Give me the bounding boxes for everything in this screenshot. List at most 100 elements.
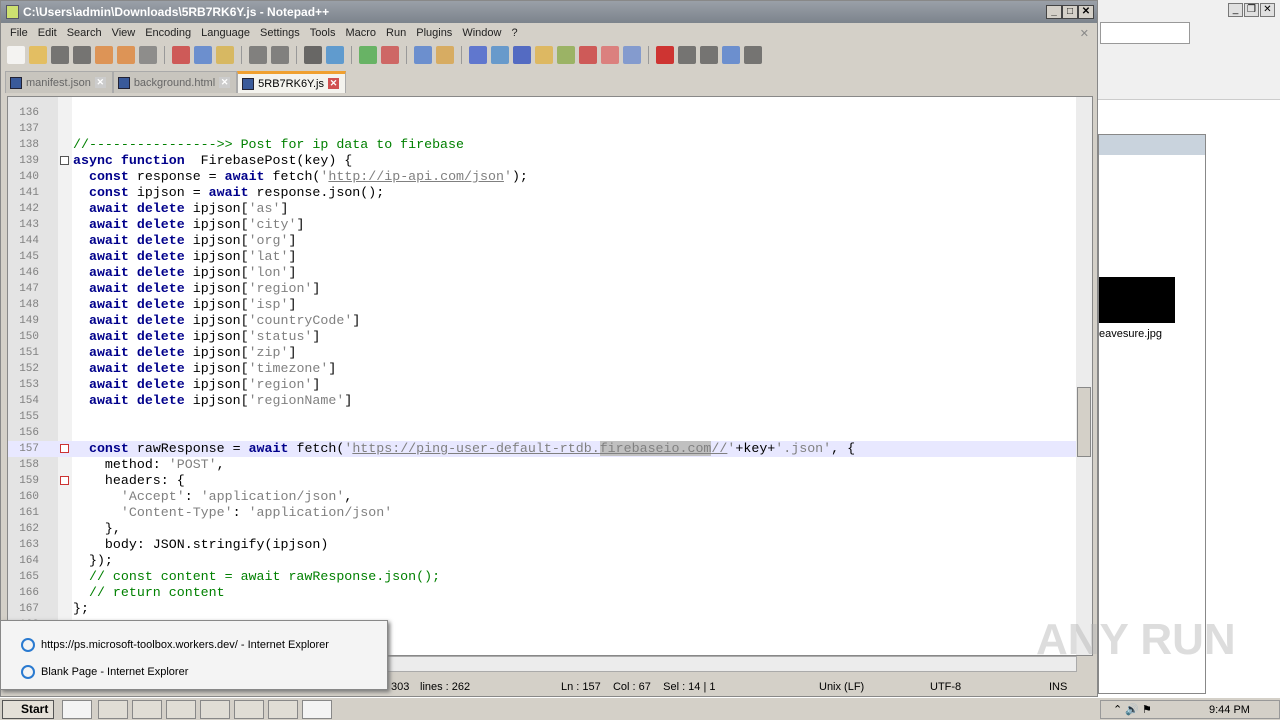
code-line[interactable]: 138 //---------------->> Post for ip data… <box>8 137 1076 153</box>
toolbar-button-icon[interactable] <box>172 46 190 64</box>
code-line[interactable]: 159 headers: { <box>8 473 1076 489</box>
toolbar-button-icon[interactable] <box>557 46 575 64</box>
code-line[interactable]: 140 const response = await fetch('http:/… <box>8 169 1076 185</box>
toolbar-button-icon[interactable] <box>7 46 25 64</box>
menu-tools[interactable]: Tools <box>305 27 341 39</box>
tab-5rb7rk6y-js[interactable]: 5RB7RK6Y.js ✕ <box>237 71 346 93</box>
toolbar-button-icon[interactable] <box>29 46 47 64</box>
toolbar-button-icon[interactable] <box>95 46 113 64</box>
toolbar-button-icon[interactable] <box>51 46 69 64</box>
menu-plugins[interactable]: Plugins <box>411 27 457 39</box>
code-line[interactable]: 164 }); <box>8 553 1076 569</box>
code-line[interactable]: 160 'Accept': 'application/json', <box>8 489 1076 505</box>
toolbar-button-icon[interactable] <box>194 46 212 64</box>
menu-file[interactable]: File <box>5 27 33 39</box>
toolbar-button-icon[interactable] <box>216 46 234 64</box>
menu-search[interactable]: Search <box>62 27 107 39</box>
toolbar-button-icon[interactable] <box>139 46 157 64</box>
code-line[interactable]: 148 await delete ipjson['isp'] <box>8 297 1076 313</box>
code-line[interactable]: 149 await delete ipjson['countryCode'] <box>8 313 1076 329</box>
popup-item-ie-toolbox[interactable]: https://ps.microsoft-toolbox.workers.dev… <box>21 638 329 652</box>
code-line[interactable]: 157 const rawResponse = await fetch('htt… <box>8 441 1076 457</box>
code-line[interactable]: 154 await delete ipjson['regionName'] <box>8 393 1076 409</box>
menu-macro[interactable]: Macro <box>340 27 381 39</box>
minimize-button[interactable]: _ <box>1046 5 1062 19</box>
restore-button[interactable]: ❐ <box>1244 3 1259 17</box>
menu-view[interactable]: View <box>107 27 141 39</box>
code-line[interactable]: 143 await delete ipjson['city'] <box>8 217 1076 233</box>
toolbar-button-icon[interactable] <box>744 46 762 64</box>
toolbar-button-icon[interactable] <box>469 46 487 64</box>
toolbar-button-icon[interactable] <box>381 46 399 64</box>
menu-help[interactable]: ? <box>506 27 522 39</box>
start-button[interactable]: Start <box>2 700 54 719</box>
toolbar-button-icon[interactable] <box>513 46 531 64</box>
close-tab-icon[interactable]: ✕ <box>327 78 339 89</box>
toolbar-button-icon[interactable] <box>73 46 91 64</box>
code-line[interactable]: 155 <box>8 409 1076 425</box>
close-tab-icon[interactable]: ✕ <box>219 77 231 88</box>
fold-toggle-icon[interactable] <box>60 156 69 165</box>
taskbar-explorer-button[interactable] <box>98 700 128 719</box>
vertical-scrollbar[interactable] <box>1076 97 1092 655</box>
toolbar-button-icon[interactable] <box>436 46 454 64</box>
code-line[interactable]: 150 await delete ipjson['status'] <box>8 329 1076 345</box>
menu-run[interactable]: Run <box>381 27 411 39</box>
close-tab-icon[interactable]: ✕ <box>94 77 106 88</box>
taskbar-app-button[interactable] <box>268 700 298 719</box>
taskbar-notepadpp-button[interactable] <box>302 700 332 719</box>
code-line[interactable]: 139 async function FirebasePost(key) { <box>8 153 1076 169</box>
taskbar-opera-button[interactable] <box>200 700 230 719</box>
code-line[interactable]: 163 body: JSON.stringify(ipjson) <box>8 537 1076 553</box>
code-line[interactable]: 145 await delete ipjson['lat'] <box>8 249 1076 265</box>
code-line[interactable]: 146 await delete ipjson['lon'] <box>8 265 1076 281</box>
taskbar-chrome-button[interactable] <box>166 700 196 719</box>
code-line[interactable]: 137 <box>8 121 1076 137</box>
taskbar-media-button[interactable] <box>132 700 162 719</box>
toolbar-button-icon[interactable] <box>535 46 553 64</box>
toolbar-button-icon[interactable] <box>700 46 718 64</box>
code-line[interactable]: 156 <box>8 425 1076 441</box>
image-thumbnail[interactable] <box>1099 277 1175 323</box>
tray-icons[interactable]: ⌃ 🔊 ⚑ <box>1113 703 1152 716</box>
code-line[interactable]: 161 'Content-Type': 'application/json' <box>8 505 1076 521</box>
toolbar-button-icon[interactable] <box>656 46 674 64</box>
taskbar-app-button[interactable] <box>234 700 264 719</box>
code-line[interactable]: 147 await delete ipjson['region'] <box>8 281 1076 297</box>
toolbar-button-icon[interactable] <box>491 46 509 64</box>
ie-search-box[interactable] <box>1100 22 1190 44</box>
close-button[interactable]: ✕ <box>1078 5 1094 19</box>
code-line[interactable]: 158 method: 'POST', <box>8 457 1076 473</box>
toolbar-button-icon[interactable] <box>249 46 267 64</box>
code-line[interactable]: 166 // return content <box>8 585 1076 601</box>
taskbar-ie-button[interactable] <box>62 700 92 719</box>
code-line[interactable]: 151 await delete ipjson['zip'] <box>8 345 1076 361</box>
toolbar-button-icon[interactable] <box>304 46 322 64</box>
code-line[interactable]: 152 await delete ipjson['timezone'] <box>8 361 1076 377</box>
menu-edit[interactable]: Edit <box>33 27 62 39</box>
toolbar-button-icon[interactable] <box>271 46 289 64</box>
toolbar-button-icon[interactable] <box>601 46 619 64</box>
code-line[interactable]: 165 // const content = await rawResponse… <box>8 569 1076 585</box>
menu-settings[interactable]: Settings <box>255 27 305 39</box>
close-button[interactable]: ✕ <box>1260 3 1275 17</box>
clock[interactable]: 9:44 PM <box>1209 704 1250 716</box>
popup-item-ie-blank[interactable]: Blank Page - Internet Explorer <box>21 665 188 679</box>
close-doc-icon[interactable]: ✕ <box>1080 27 1089 40</box>
code-line[interactable]: 142 await delete ipjson['as'] <box>8 201 1076 217</box>
toolbar-button-icon[interactable] <box>414 46 432 64</box>
toolbar-button-icon[interactable] <box>579 46 597 64</box>
menu-window[interactable]: Window <box>457 27 506 39</box>
fold-toggle-icon[interactable] <box>60 444 69 453</box>
toolbar-button-icon[interactable] <box>326 46 344 64</box>
maximize-button[interactable]: □ <box>1062 5 1078 19</box>
toolbar-button-icon[interactable] <box>678 46 696 64</box>
toolbar-button-icon[interactable] <box>359 46 377 64</box>
toolbar-button-icon[interactable] <box>623 46 641 64</box>
menu-encoding[interactable]: Encoding <box>140 27 196 39</box>
code-line[interactable]: 162 }, <box>8 521 1076 537</box>
code-line[interactable]: 144 await delete ipjson['org'] <box>8 233 1076 249</box>
fold-toggle-icon[interactable] <box>60 476 69 485</box>
file-label[interactable]: eavesure.jpg <box>1099 328 1162 340</box>
tab-manifest-json[interactable]: manifest.json ✕ <box>5 71 113 93</box>
